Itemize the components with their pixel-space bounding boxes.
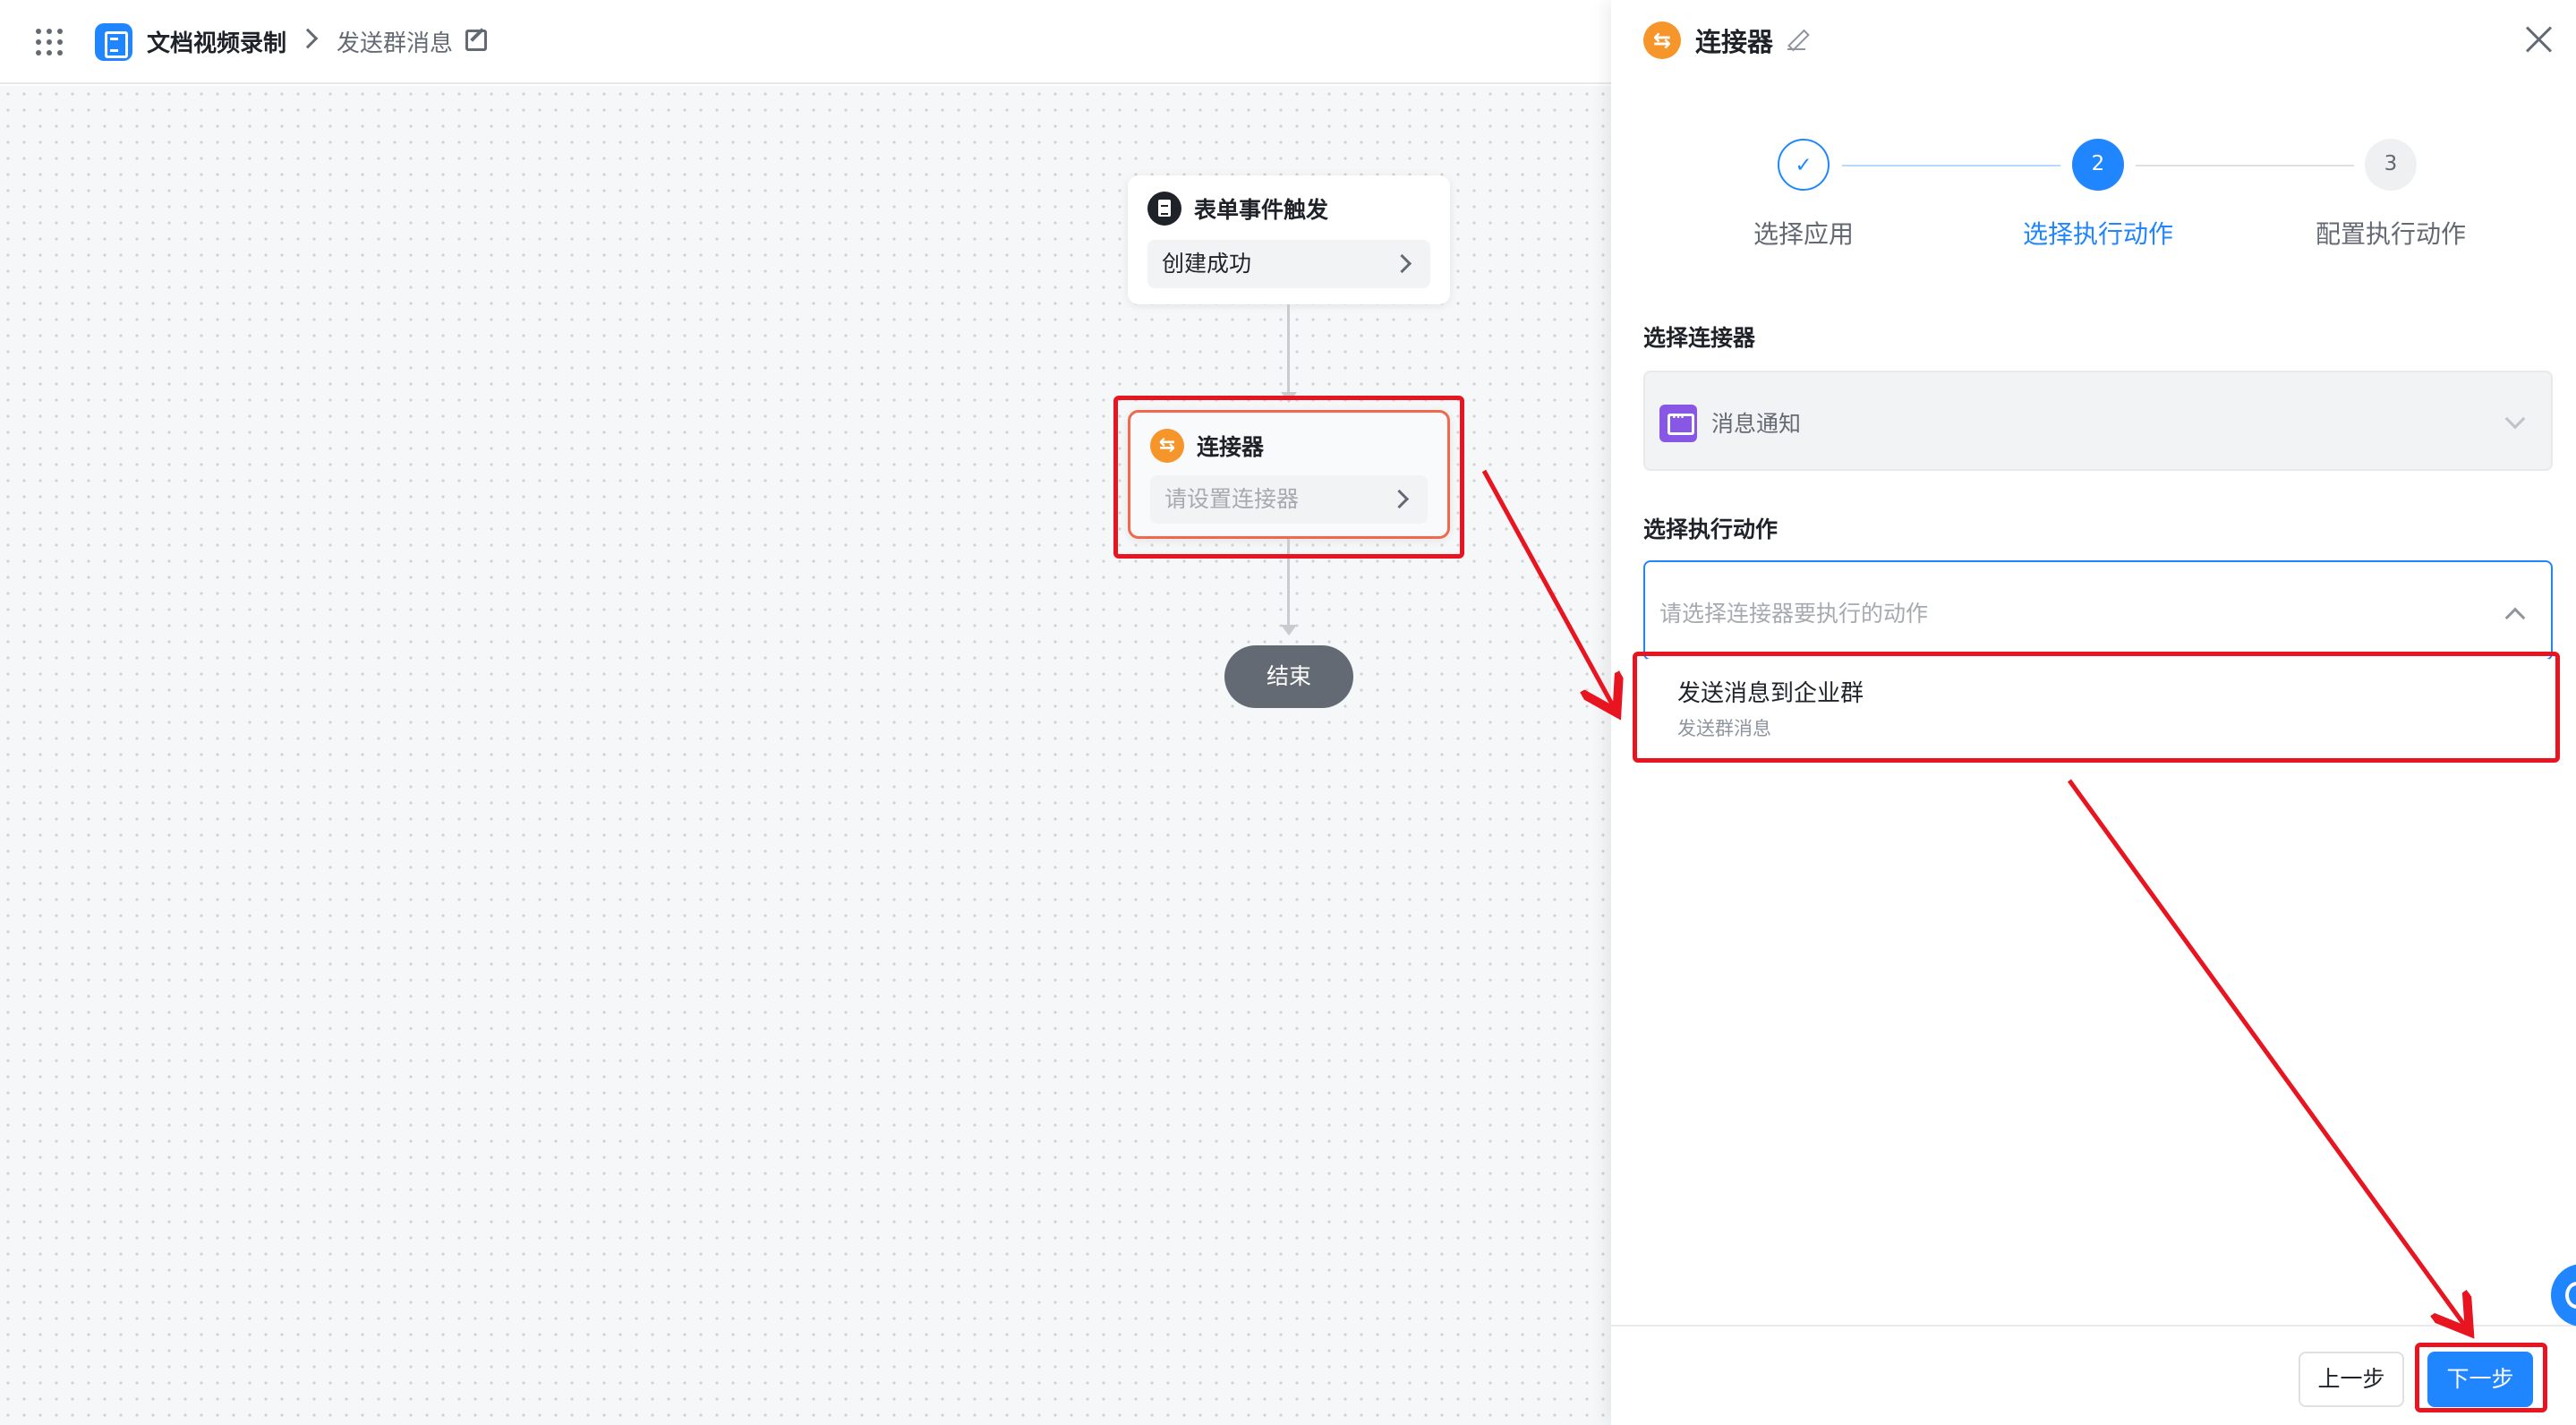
action-select-placeholder: 请选择连接器要执行的动作 <box>1659 601 1929 627</box>
app-grid-icon[interactable] <box>36 29 63 55</box>
trigger-node-value: 创建成功 <box>1162 251 1252 277</box>
chevron-down-icon <box>2504 408 2526 430</box>
connector-select-value: 消息通知 <box>1711 411 1802 437</box>
chevron-up-icon <box>2504 607 2526 628</box>
pencil-icon[interactable] <box>1787 30 1807 50</box>
trigger-node-header: 表单事件触发 <box>1147 192 1328 226</box>
connector-select[interactable]: 消息通知 <box>1643 371 2553 471</box>
highlight-action-option <box>1633 652 2560 763</box>
panel-title: 连接器 <box>1695 27 1774 57</box>
breadcrumb-chevron-icon <box>297 28 319 49</box>
trigger-node-title: 表单事件触发 <box>1194 197 1329 223</box>
flow-edge-arrow-icon <box>1281 625 1297 636</box>
panel-header: 连接器 <box>1643 21 1807 59</box>
flow-canvas[interactable]: 表单事件触发 创建成功 连接器 请设置连接器 结束 <box>0 86 1611 1425</box>
chevron-right-icon <box>1392 253 1412 274</box>
app-name[interactable]: 文档视频录制 <box>147 25 286 58</box>
message-icon <box>1659 405 1697 442</box>
step-2-label[interactable]: 选择执行动作 <box>1964 215 2232 251</box>
flow-edge <box>1287 304 1290 397</box>
highlight-next-button <box>2415 1343 2547 1412</box>
step-connector <box>2136 165 2354 166</box>
step-3-label[interactable]: 配置执行动作 <box>2256 215 2525 251</box>
check-icon: ✓ <box>1795 154 1813 177</box>
connector-field-label: 选择连接器 <box>1643 325 1756 351</box>
connector-icon <box>1643 21 1681 59</box>
flow-name: 发送群消息 <box>337 30 454 57</box>
trigger-node[interactable]: 表单事件触发 创建成功 <box>1128 175 1450 304</box>
step-1-label[interactable]: 选择应用 <box>1669 215 1938 251</box>
highlight-connector-node <box>1113 396 1464 559</box>
previous-step-button[interactable]: 上一步 <box>2299 1352 2404 1407</box>
step-2-indicator[interactable]: 2 <box>2072 139 2124 191</box>
action-field-label: 选择执行动作 <box>1643 516 1778 542</box>
step-1-indicator[interactable]: ✓ <box>1778 139 1830 191</box>
form-icon <box>1147 192 1181 226</box>
edit-icon[interactable] <box>465 30 487 51</box>
trigger-node-event[interactable]: 创建成功 <box>1147 240 1430 288</box>
close-icon[interactable] <box>2524 25 2553 54</box>
action-select[interactable]: 请选择连接器要执行的动作 <box>1643 560 2553 661</box>
top-bar: 文档视频录制 发送群消息 <box>0 0 1611 84</box>
step-3-indicator[interactable]: 3 <box>2365 139 2417 191</box>
end-node[interactable]: 结束 <box>1224 645 1353 708</box>
step-connector <box>1842 165 2060 166</box>
document-icon <box>95 23 132 61</box>
